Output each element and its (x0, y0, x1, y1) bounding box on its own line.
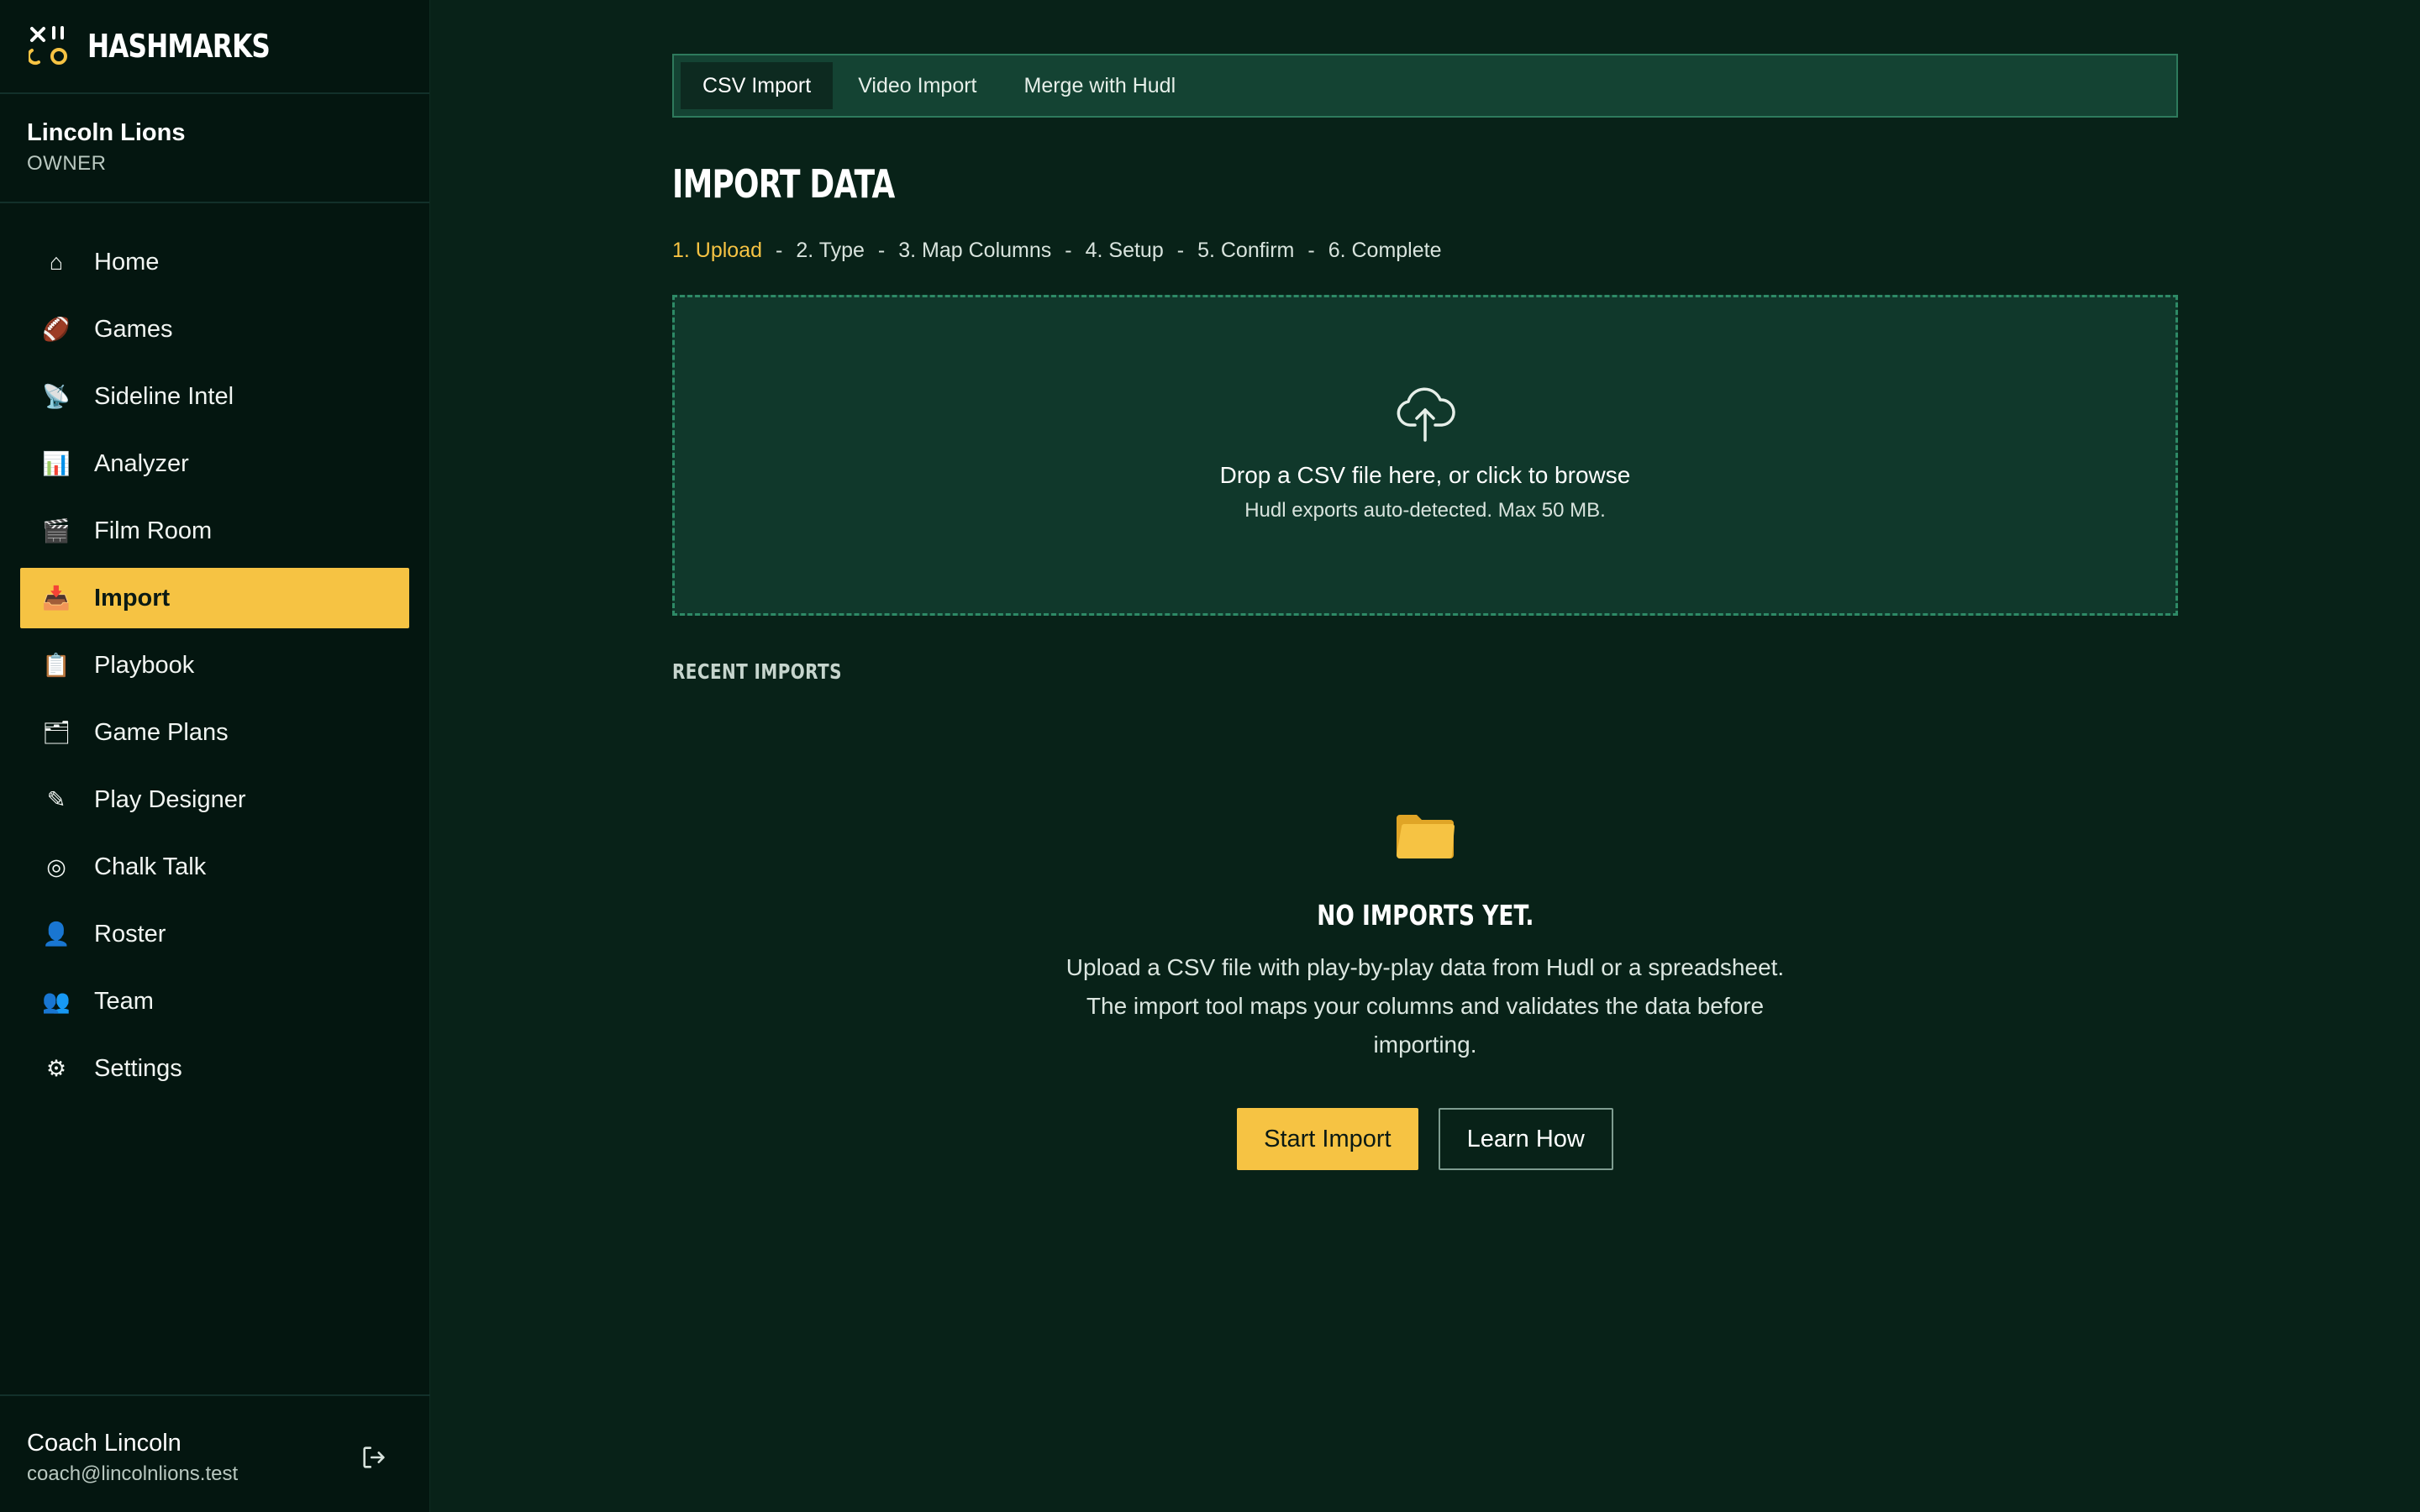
sidebar-item-analyzer[interactable]: 📊 Analyzer (20, 433, 409, 494)
sidebar-item-label: Import (94, 584, 171, 612)
tab-merge-with-hudl[interactable]: Merge with Hudl (1002, 62, 1198, 109)
empty-state: NO IMPORTS YET. Upload a CSV file with p… (672, 810, 2178, 1170)
sidebar-item-label: Roster (94, 920, 166, 948)
step-upload: 1. Upload (672, 239, 763, 262)
user-email: coach@lincolnlions.test (27, 1462, 239, 1485)
people-icon: 👥 (42, 989, 71, 1014)
step-confirm: 5. Confirm (1197, 239, 1295, 262)
sidebar-item-label: Analyzer (94, 449, 189, 477)
empty-state-actions: Start Import Learn How (1237, 1108, 1613, 1170)
home-icon: ⌂ (49, 249, 64, 275)
target-icon: ◎ (46, 853, 66, 879)
card-index-icon: 🗂 (42, 720, 71, 745)
step-setup: 4. Setup (1085, 239, 1164, 262)
sidebar-item-label: Home (94, 248, 160, 276)
main-content: CSV Import Video Import Merge with Hudl … (672, 54, 2178, 1170)
app-name: HASHMARKS (87, 28, 271, 65)
sidebar: HASHMARKS Lincoln Lions OWNER ⌂ Home 🏈 G… (0, 0, 430, 1512)
step-separator: - (877, 239, 886, 262)
sidebar-item-label: Games (94, 315, 173, 343)
clapperboard-icon: 🎬 (42, 518, 71, 543)
start-import-button[interactable]: Start Import (1237, 1108, 1418, 1170)
sidebar-item-label: Game Plans (94, 718, 229, 746)
sidebar-item-home[interactable]: ⌂ Home (20, 232, 409, 292)
pencil-icon: ✎ (46, 786, 66, 812)
user-profile: Coach Lincoln coach@lincolnlions.test (0, 1394, 430, 1512)
sidebar-item-games[interactable]: 🏈 Games (20, 299, 409, 360)
sidebar-item-label: Settings (94, 1054, 182, 1082)
team-role: OWNER (27, 152, 107, 175)
sidebar-item-label: Team (94, 987, 154, 1015)
folder-icon (1397, 815, 1455, 858)
stepper: 1. Upload - 2. Type - 3. Map Columns - 4… (672, 239, 2178, 263)
sidebar-item-settings[interactable]: ⚙ Settings (20, 1038, 409, 1099)
bar-chart-icon: 📊 (42, 451, 71, 476)
sidebar-item-roster[interactable]: 👤 Roster (20, 904, 409, 964)
person-icon: 👤 (42, 921, 71, 947)
dropzone-prompt: Drop a CSV file here, or click to browse (1219, 462, 1631, 488)
sidebar-item-import[interactable]: 📥 Import (20, 568, 409, 628)
step-type: 2. Type (796, 239, 865, 262)
football-icon: 🏈 (42, 317, 71, 342)
dropzone-hint: Hudl exports auto-detected. Max 50 MB. (1244, 499, 1606, 522)
sidebar-item-label: Play Designer (94, 785, 246, 813)
team-switcher[interactable]: Lincoln Lions OWNER (0, 94, 429, 203)
sidebar-item-play-designer[interactable]: ✎ Play Designer (20, 769, 409, 830)
sidebar-item-sideline-intel[interactable]: 📡 Sideline Intel (20, 366, 409, 427)
step-separator: - (1065, 239, 1072, 262)
inbox-tray-icon: 📥 (42, 585, 71, 611)
sidebar-nav: ⌂ Home 🏈 Games 📡 Sideline Intel 📊 Analyz… (0, 203, 429, 1099)
user-name: Coach Lincoln (27, 1430, 182, 1457)
sidebar-item-game-plans[interactable]: 🗂 Game Plans (20, 702, 409, 763)
step-separator: - (1176, 239, 1185, 262)
step-separator: - (1307, 239, 1315, 262)
learn-how-button[interactable]: Learn How (1438, 1108, 1613, 1170)
brand[interactable]: HASHMARKS (0, 0, 429, 94)
tab-video-import[interactable]: Video Import (836, 62, 998, 109)
sidebar-item-label: Chalk Talk (94, 853, 207, 880)
empty-state-title: NO IMPORTS YET. (1316, 899, 1534, 932)
cloud-upload-icon (1397, 387, 1455, 442)
team-name: Lincoln Lions (27, 119, 186, 146)
page-title: IMPORT DATA (672, 161, 895, 207)
sidebar-item-label: Film Room (94, 517, 213, 544)
satellite-icon: 📡 (42, 384, 71, 409)
step-map-columns: 3. Map Columns (898, 239, 1052, 262)
sidebar-item-label: Sideline Intel (94, 382, 234, 410)
empty-state-description: Upload a CSV file with play-by-play data… (1065, 954, 1785, 1058)
recent-imports-title: RECENT IMPORTS (672, 659, 842, 684)
step-complete: 6. Complete (1328, 239, 1442, 262)
sidebar-item-label: Playbook (94, 651, 195, 679)
clipboard-icon: 📋 (42, 653, 71, 678)
csv-dropzone[interactable]: Drop a CSV file here, or click to browse… (672, 295, 2178, 616)
gear-icon: ⚙ (45, 1055, 67, 1081)
sidebar-item-playbook[interactable]: 📋 Playbook (20, 635, 409, 696)
tab-csv-import[interactable]: CSV Import (681, 62, 834, 109)
import-tabs: CSV Import Video Import Merge with Hudl (672, 54, 2178, 118)
sidebar-item-film-room[interactable]: 🎬 Film Room (20, 501, 409, 561)
sidebar-item-chalk-talk[interactable]: ◎ Chalk Talk (20, 837, 409, 897)
x-and-o-logo-icon (29, 26, 67, 66)
step-separator: - (776, 239, 783, 262)
logout-icon[interactable] (360, 1443, 388, 1472)
sidebar-item-team[interactable]: 👥 Team (20, 971, 409, 1032)
